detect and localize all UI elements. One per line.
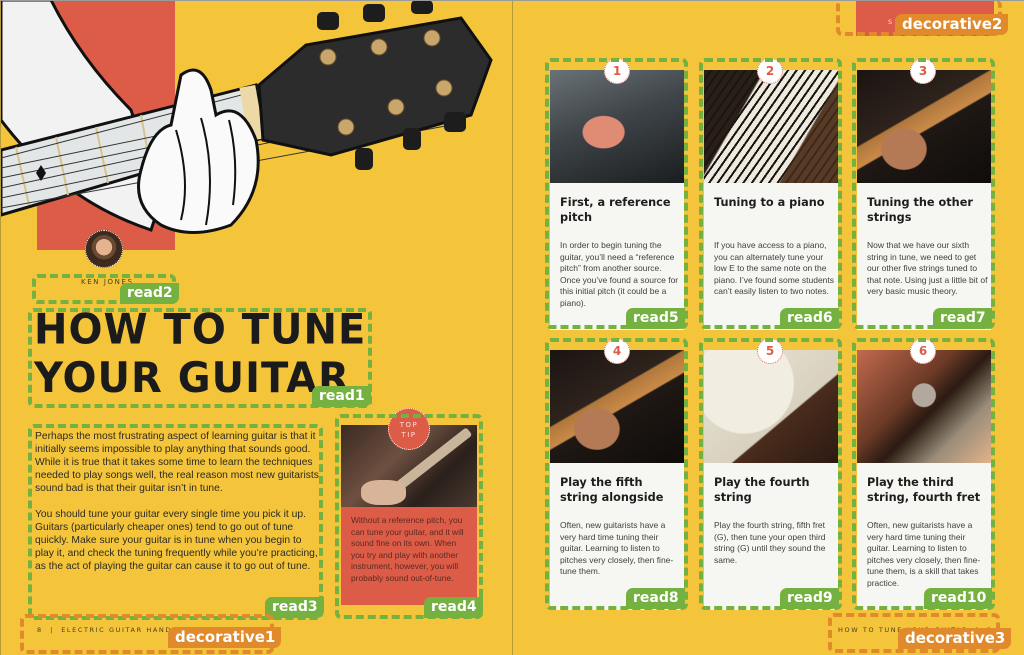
read-region-tip (335, 414, 483, 619)
headstock (257, 16, 493, 157)
spread-top-edge (0, 0, 1024, 1)
decorative-label: decorative3 (898, 628, 1012, 649)
read-label: read3 (265, 597, 324, 618)
read-label: read1 (312, 386, 371, 407)
read-label: read7 (933, 308, 992, 329)
read-label: read9 (780, 588, 839, 609)
read-region-step-5 (699, 338, 842, 610)
read-region-step-2 (699, 58, 842, 329)
read-label: read5 (626, 308, 685, 329)
read-region-step-1 (545, 58, 688, 329)
read-region-step-4 (545, 338, 688, 610)
read-label: read10 (924, 588, 993, 609)
read-region-step-6 (852, 338, 995, 610)
read-region-step-3 (852, 58, 995, 329)
decorative-label: decorative2 (895, 14, 1009, 35)
read-label: read6 (780, 308, 839, 329)
read-label: read4 (424, 597, 483, 618)
read-region-body (28, 424, 323, 620)
author-avatar (85, 230, 123, 268)
read-label: read8 (626, 588, 685, 609)
decorative-label: decorative1 (168, 627, 282, 648)
guitar-hand-illustration (1, 0, 493, 234)
hero-illustration (1, 0, 512, 252)
read-label: read2 (120, 283, 179, 304)
